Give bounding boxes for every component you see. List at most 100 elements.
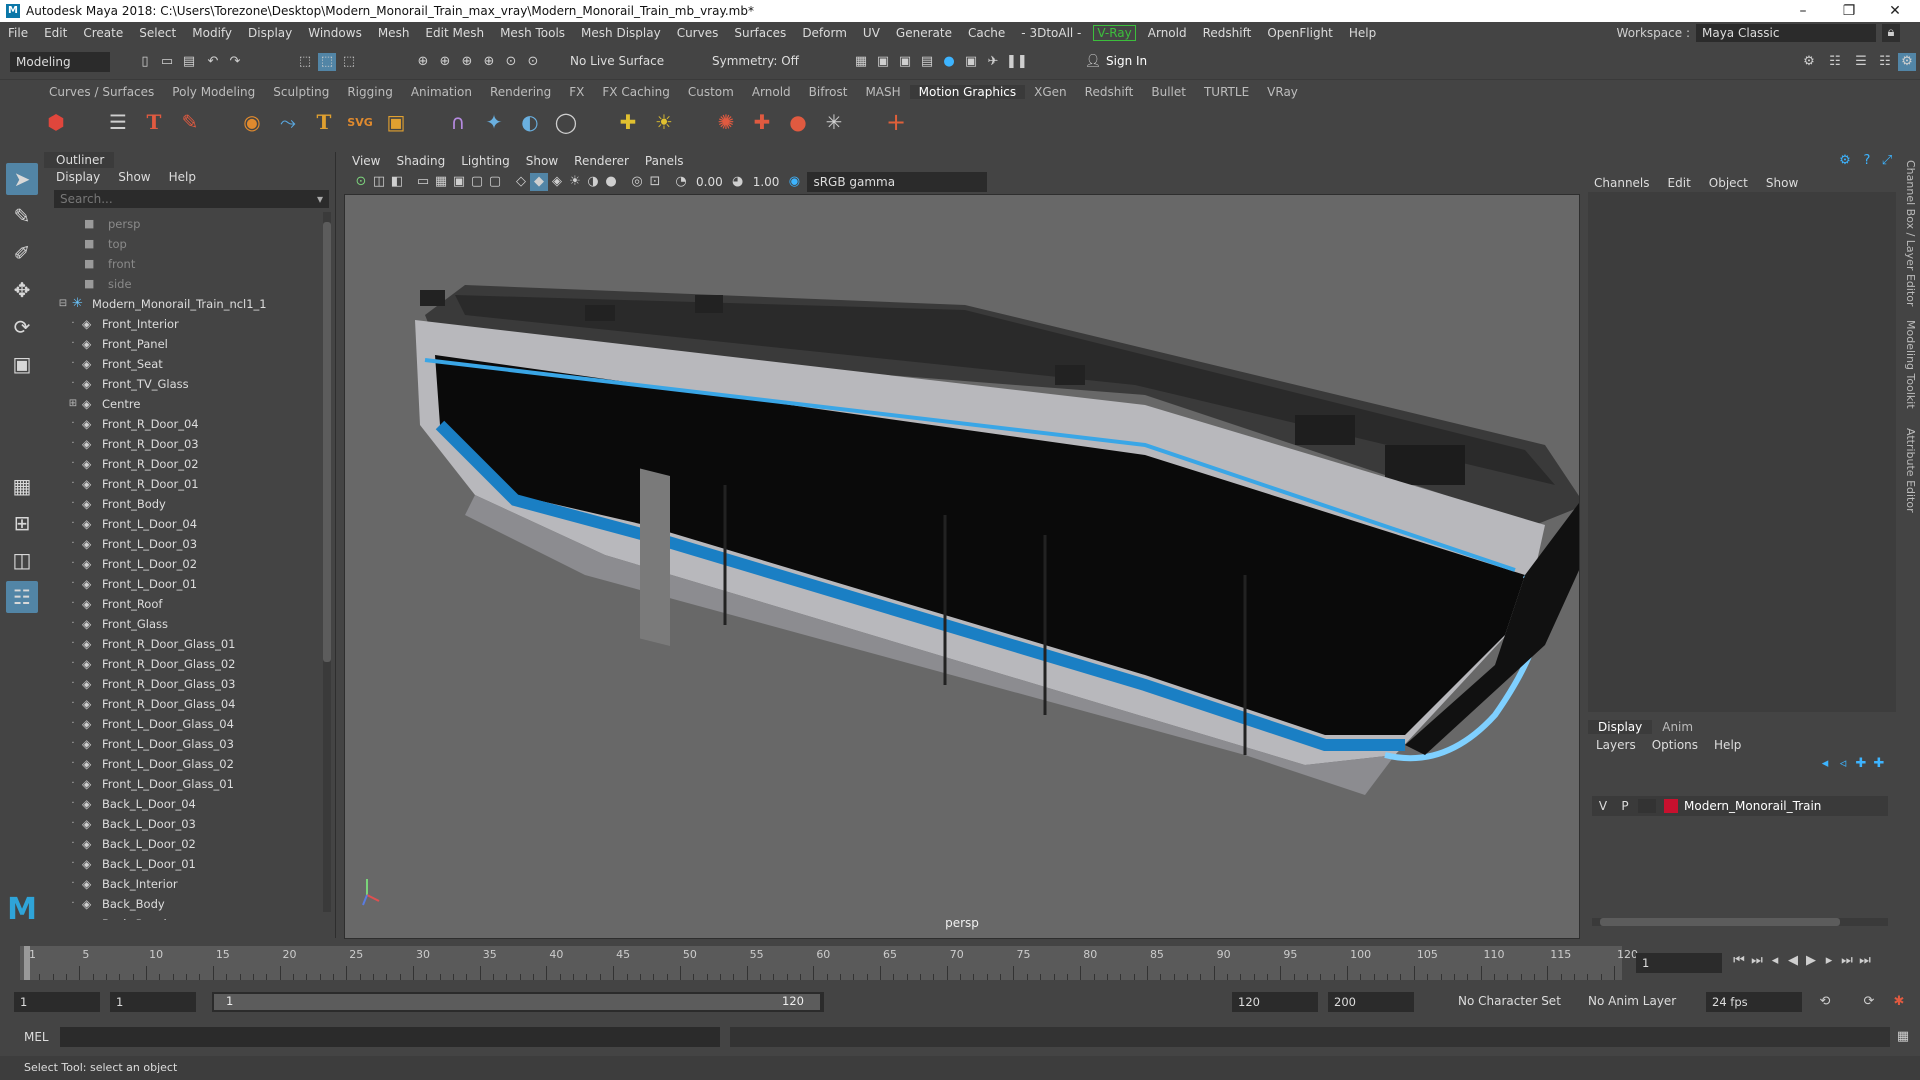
channel-box-area[interactable] — [1588, 192, 1896, 712]
exposure-icon[interactable]: ◔ — [672, 173, 690, 191]
snap-grid-icon[interactable]: ⊕ — [414, 53, 432, 71]
move-layer-up-icon[interactable]: ◂ — [1816, 755, 1834, 773]
mash-explode-icon[interactable]: ✳ — [819, 107, 849, 137]
outliner-menu-display[interactable]: Display — [56, 170, 100, 184]
minimize-button[interactable]: – — [1780, 0, 1826, 22]
outliner-item[interactable]: · ◈ Front_L_Door_Glass_04 — [44, 714, 324, 734]
character-set-dropdown[interactable]: No Character Set — [1458, 994, 1561, 1008]
lasso-tool-icon[interactable]: ✎ — [6, 200, 38, 232]
shelf-tab-arnold[interactable]: Arnold — [743, 85, 800, 99]
outliner-item[interactable]: · ◈ Back_L_Door_04 — [44, 794, 324, 814]
gamma-value[interactable]: 1.00 — [753, 175, 780, 189]
step-back-frame-icon[interactable]: ◂ — [1766, 952, 1784, 970]
menu-item-mesh-tools[interactable]: Mesh Tools — [492, 26, 573, 40]
channel-menu-channels[interactable]: Channels — [1594, 176, 1650, 190]
shelf-tab-turtle[interactable]: TURTLE — [1195, 85, 1258, 99]
open-scene-icon[interactable]: ▭ — [158, 53, 176, 71]
menu-item-surfaces[interactable]: Surfaces — [726, 26, 794, 40]
wireframe-icon[interactable]: ◇ — [512, 173, 530, 191]
close-button[interactable]: ✕ — [1872, 0, 1918, 22]
menu-item-modify[interactable]: Modify — [184, 26, 240, 40]
layer-menu-help[interactable]: Help — [1714, 738, 1741, 752]
outliner-item[interactable]: · ◈ Front_R_Door_02 — [44, 454, 324, 474]
safe-action-icon[interactable]: ▢ — [486, 173, 504, 191]
colorspace-dropdown[interactable]: sRGB gamma — [807, 172, 988, 192]
ambient-occlusion-icon[interactable]: ● — [602, 173, 620, 191]
outliner-scrollbar[interactable] — [323, 212, 331, 912]
channel-box-icon[interactable]: ☷ — [1876, 53, 1894, 71]
layer-menu-layers[interactable]: Layers — [1596, 738, 1636, 752]
shelf-tab-bullet[interactable]: Bullet — [1142, 85, 1195, 99]
outliner-item[interactable]: · ◈ Back_Panel — [44, 914, 324, 920]
bookmark-icon[interactable]: ◧ — [388, 173, 406, 191]
move-layer-down-icon[interactable]: ◃ — [1834, 755, 1852, 773]
text-icon[interactable]: T — [309, 107, 339, 137]
add-shelf-item-icon[interactable]: + — [881, 107, 911, 137]
menu-item-mesh[interactable]: Mesh — [370, 26, 418, 40]
go-to-start-icon[interactable]: ⏮ — [1730, 952, 1748, 970]
sweep-icon[interactable]: ✎ — [175, 107, 205, 137]
resolution-gate-icon[interactable]: ▢ — [468, 173, 486, 191]
smooth-shade-icon[interactable]: ◆ — [530, 173, 548, 191]
save-scene-icon[interactable]: ▤ — [180, 53, 198, 71]
outliner-menu-show[interactable]: Show — [118, 170, 150, 184]
menu-set-dropdown[interactable]: Modeling — [10, 52, 110, 72]
mash-dynamics-icon[interactable]: ● — [783, 107, 813, 137]
outliner-item[interactable]: · ◈ Back_L_Door_01 — [44, 854, 324, 874]
script-editor-icon[interactable]: ▦ — [1894, 1028, 1912, 1046]
snap-point-icon[interactable]: ⊕ — [458, 53, 476, 71]
layer-visibility-toggle[interactable]: V — [1592, 799, 1614, 813]
select-objects-icon[interactable]: ⬚ — [318, 53, 336, 71]
outliner-item[interactable]: · ◈ Front_R_Door_Glass_03 — [44, 674, 324, 694]
mel-label[interactable]: MEL — [24, 1030, 49, 1044]
outliner-item[interactable]: ⊞ ◈ Centre — [44, 394, 324, 414]
shadows-icon[interactable]: ◑ — [584, 173, 602, 191]
shelf-tab-rigging[interactable]: Rigging — [338, 85, 401, 99]
shelf-tab-xgen[interactable]: XGen — [1025, 85, 1076, 99]
color-management-icon[interactable]: ◉ — [785, 173, 803, 191]
layer-menu-options[interactable]: Options — [1652, 738, 1698, 752]
outliner-item[interactable]: · ◈ Front_R_Door_01 — [44, 474, 324, 494]
menu-item-file[interactable]: File — [0, 26, 36, 40]
outliner-item[interactable]: · ◈ Front_L_Door_Glass_01 — [44, 774, 324, 794]
mash-repro-icon[interactable]: ✚ — [747, 107, 777, 137]
symmetry-field[interactable]: Symmetry: Off — [712, 54, 799, 68]
outliner-item[interactable]: · ◈ Front_Glass — [44, 614, 324, 634]
anim-layer-dropdown[interactable]: No Anim Layer — [1588, 994, 1676, 1008]
shelf-tab-vray[interactable]: VRay — [1258, 85, 1307, 99]
render-view-icon[interactable]: ▦ — [852, 53, 870, 71]
render-settings-icon[interactable]: ▤ — [918, 53, 936, 71]
start-time-field[interactable]: 1 — [14, 992, 100, 1012]
layer-tab-anim[interactable]: Anim — [1652, 720, 1703, 734]
layer-color-swatch[interactable] — [1664, 799, 1678, 813]
menu-item-edit-mesh[interactable]: Edit Mesh — [417, 26, 492, 40]
viewport-menu-renderer[interactable]: Renderer — [566, 154, 637, 168]
search-input[interactable]: Search... — [60, 192, 113, 206]
viewport-menu-show[interactable]: Show — [518, 154, 566, 168]
mash-network-icon[interactable]: ✺ — [711, 107, 741, 137]
svg-tool-icon[interactable]: SVG — [345, 107, 375, 137]
new-layer-selected-icon[interactable]: ✚ — [1870, 755, 1888, 773]
select-tool-icon[interactable]: ➤ — [6, 163, 38, 195]
shelf-tab-custom[interactable]: Custom — [679, 85, 743, 99]
playback-end-field[interactable]: 120 — [1232, 992, 1318, 1012]
menu-item-windows[interactable]: Windows — [300, 26, 370, 40]
live-surface-field[interactable]: No Live Surface — [570, 54, 664, 68]
chevron-down-icon[interactable]: ▾ — [317, 192, 323, 206]
outliner-item[interactable]: · ◈ Front_TV_Glass — [44, 374, 324, 394]
polygon-tool-icon[interactable]: ✦ — [479, 107, 509, 137]
shelf-tab-mash[interactable]: MASH — [856, 85, 909, 99]
outliner-item[interactable]: · ◈ Front_L_Door_01 — [44, 574, 324, 594]
attribute-editor-icon[interactable]: ☷ — [1826, 53, 1844, 71]
select-camera-icon[interactable]: ⊙ — [352, 173, 370, 191]
type-tool-icon[interactable]: T — [139, 107, 169, 137]
outliner-menu-help[interactable]: Help — [169, 170, 196, 184]
redo-icon[interactable]: ↷ — [226, 53, 244, 71]
hypershade-icon[interactable]: ● — [940, 53, 958, 71]
step-forward-key-icon[interactable]: ⏭ — [1838, 952, 1856, 970]
loop-icon[interactable]: ⟲ — [1816, 993, 1834, 1011]
channel-menu-object[interactable]: Object — [1709, 176, 1748, 190]
box-icon[interactable]: ▣ — [381, 107, 411, 137]
lights-icon[interactable]: ☀ — [566, 173, 584, 191]
outliner-camera-top[interactable]: ■ top — [44, 234, 324, 254]
